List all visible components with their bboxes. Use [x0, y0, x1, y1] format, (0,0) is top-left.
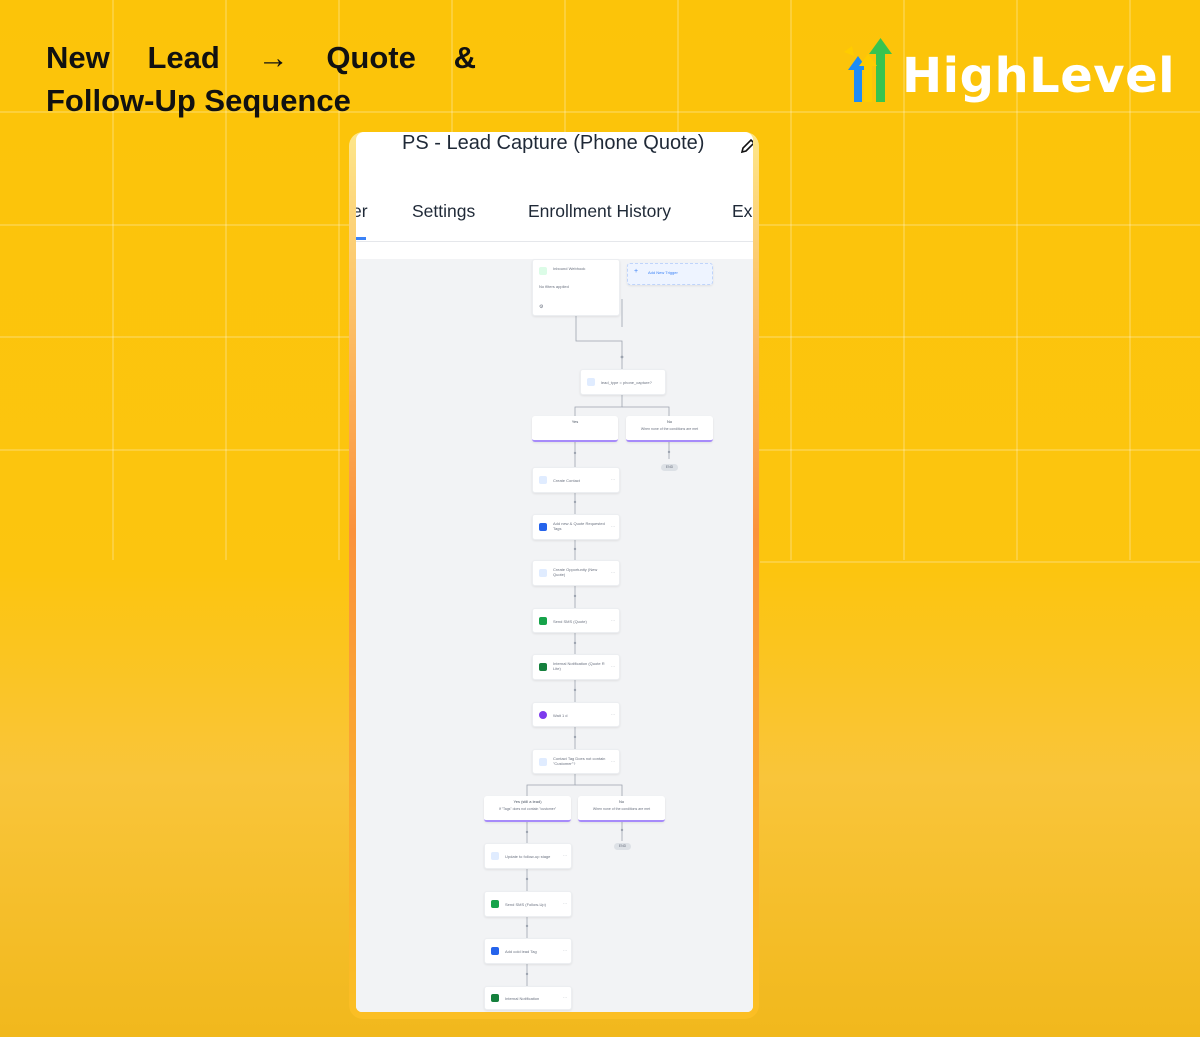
- sms-icon: [539, 617, 547, 625]
- action-label: Contact Tag Does not contain "Customer"?: [553, 756, 606, 766]
- action-node[interactable]: Internal Notification ···: [484, 986, 572, 1010]
- trigger-filters: No filters applied: [539, 284, 569, 289]
- branch-no[interactable]: No When none of the conditions are met: [626, 416, 713, 442]
- more-icon[interactable]: ···: [563, 901, 567, 906]
- branch-yes[interactable]: Yes: [532, 416, 618, 442]
- add-trigger-label: Add New Trigger: [648, 270, 678, 275]
- more-icon[interactable]: ···: [611, 570, 615, 575]
- logo-wordmark: HighLevel: [902, 48, 1176, 104]
- action-label: Create Opportunity (New Quote): [553, 567, 598, 577]
- heading-word: New: [46, 40, 110, 75]
- action-node[interactable]: Update to follow-up stage ···: [484, 843, 572, 869]
- action-label: Update to follow-up stage: [505, 854, 551, 859]
- condition-label: lead_type = phone_capture?: [601, 380, 652, 385]
- workflow-title[interactable]: PS - Lead Capture (Phone Quote): [402, 132, 704, 155]
- more-icon[interactable]: ···: [611, 524, 615, 529]
- end-pill: END: [661, 464, 678, 471]
- branch-label: No: [666, 419, 673, 424]
- action-node[interactable]: Send SMS (Quote) ···: [532, 608, 620, 633]
- condition-icon: [539, 758, 547, 766]
- logo-arrows-icon: [844, 38, 892, 102]
- edit-pencil-icon[interactable]: [740, 138, 753, 154]
- heading-line2: Follow-Up Sequence: [46, 83, 351, 118]
- more-icon[interactable]: ···: [611, 712, 615, 717]
- webhook-icon: [539, 267, 547, 275]
- plus-icon: +: [634, 268, 639, 275]
- action-node[interactable]: Send SMS (Follow-Up) ···: [484, 891, 572, 917]
- heading-word: &: [453, 40, 476, 75]
- opportunity-icon: [539, 569, 547, 577]
- trigger-node[interactable]: Inbound Webhook No filters applied ⚙: [532, 259, 620, 316]
- add-trigger-button[interactable]: + Add New Trigger: [627, 263, 713, 285]
- tag-icon: [539, 523, 547, 531]
- action-node[interactable]: Wait 1 d ···: [532, 702, 620, 727]
- highlevel-logo: HighLevel: [842, 34, 1175, 110]
- heading-word: Lead: [147, 40, 220, 75]
- more-icon[interactable]: ···: [611, 664, 615, 669]
- sms-icon: [491, 900, 499, 908]
- notification-icon: [491, 994, 499, 1002]
- action-label: Send SMS (Follow-Up): [505, 902, 546, 907]
- branch-subtitle: When none of the conditions are met: [592, 807, 651, 811]
- branch-subtitle: If "Tags" does not contain "customer": [498, 807, 557, 811]
- action-label: Internal Notification (Quote R Lite): [553, 661, 605, 671]
- page-heading: New Lead → Quote & Follow-Up Sequence: [46, 36, 486, 122]
- action-node[interactable]: Create Opportunity (New Quote) ···: [532, 560, 620, 586]
- action-node[interactable]: Add new & Quote Requested Tags ···: [532, 514, 620, 540]
- more-icon[interactable]: ···: [611, 759, 615, 764]
- action-label: Create Contact: [553, 478, 580, 483]
- action-label: Add new & Quote Requested Tags: [553, 521, 605, 531]
- branch-subtitle: When none of the conditions are met: [640, 427, 699, 431]
- tab-settings[interactable]: Settings: [412, 201, 475, 222]
- branch-label: Yes: [571, 419, 579, 424]
- tab-builder[interactable]: er: [356, 201, 368, 222]
- end-pill: END: [614, 843, 631, 850]
- arrow-glyph: →: [257, 40, 289, 75]
- action-label: Internal Notification: [505, 996, 540, 1001]
- workflow-window: PS - Lead Capture (Phone Quote) er Setti…: [356, 132, 753, 1012]
- action-node[interactable]: Contact Tag Does not contain "Customer"?…: [532, 749, 620, 774]
- tab-enrollment-history[interactable]: Enrollment History: [528, 201, 671, 222]
- action-node[interactable]: Internal Notification (Quote R Lite) ···: [532, 654, 620, 680]
- contact-icon: [539, 476, 547, 484]
- more-icon[interactable]: ···: [611, 477, 615, 482]
- workflow-canvas[interactable]: Inbound Webhook No filters applied ⚙ + A…: [356, 259, 753, 1012]
- branch-no[interactable]: No When none of the conditions are met: [578, 796, 665, 822]
- condition-node[interactable]: lead_type = phone_capture?: [580, 369, 666, 395]
- trigger-title: Inbound Webhook: [553, 266, 586, 271]
- branch-label: No: [618, 799, 625, 804]
- more-icon[interactable]: ···: [563, 853, 567, 858]
- wait-icon: [539, 711, 547, 719]
- more-icon[interactable]: ···: [563, 995, 567, 1000]
- condition-icon: [587, 378, 595, 386]
- tab-execution-logs[interactable]: Ex: [732, 201, 752, 222]
- opportunity-icon: [491, 852, 499, 860]
- action-label: Send SMS (Quote): [553, 619, 587, 624]
- action-node[interactable]: Create Contact ···: [532, 467, 620, 493]
- action-node[interactable]: Add cold lead Tag ···: [484, 938, 572, 964]
- settings-gear-icon[interactable]: ⚙: [539, 304, 543, 310]
- active-tab-indicator: [356, 237, 366, 240]
- tabs-bar: er Settings Enrollment History Ex: [356, 180, 753, 242]
- notification-icon: [539, 663, 547, 671]
- action-label: Wait 1 d: [553, 713, 568, 718]
- more-icon[interactable]: ···: [563, 948, 567, 953]
- action-label: Add cold lead Tag: [505, 949, 537, 954]
- tag-icon: [491, 947, 499, 955]
- branch-label: Yes (still a lead): [513, 799, 542, 804]
- heading-word: Quote: [326, 40, 416, 75]
- more-icon[interactable]: ···: [611, 618, 615, 623]
- branch-yes-still-lead[interactable]: Yes (still a lead) If "Tags" does not co…: [484, 796, 571, 822]
